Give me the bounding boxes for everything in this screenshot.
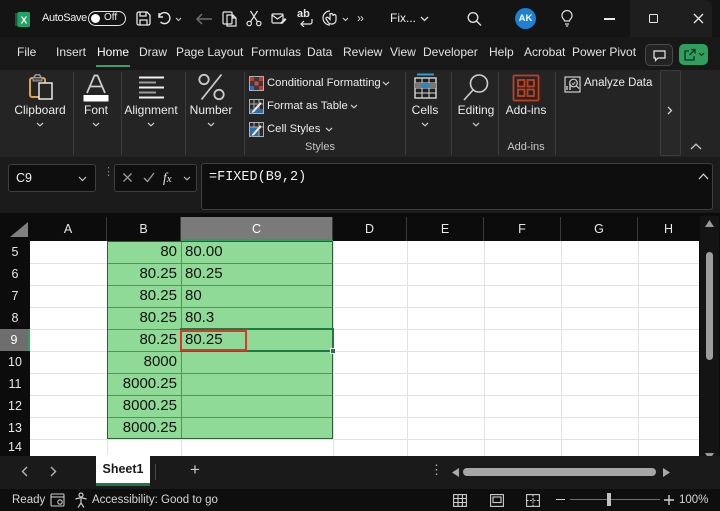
svg-text:X: X [21,16,28,27]
